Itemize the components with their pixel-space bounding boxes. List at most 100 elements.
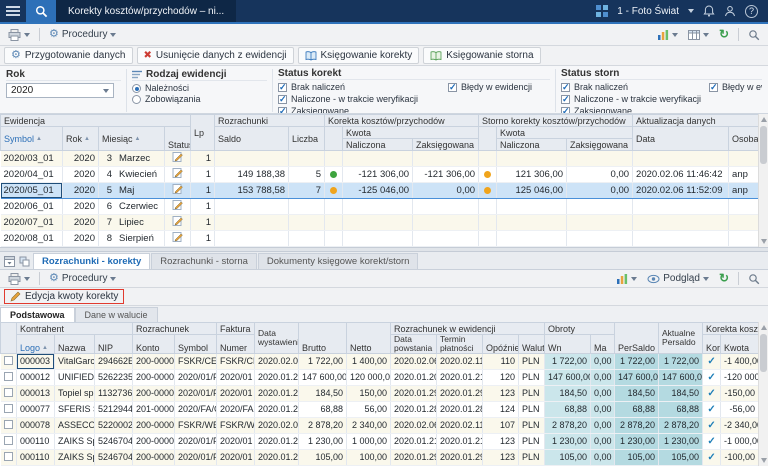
group-ewidencja[interactable]: Ewidencja	[1, 115, 191, 127]
cell-zaksiegowana[interactable]	[413, 231, 479, 247]
cell-wn[interactable]: 105,00	[545, 449, 591, 465]
cell-numer[interactable]: 2020/01	[217, 449, 255, 465]
col-wn[interactable]: Wn	[545, 335, 591, 354]
row-checkbox[interactable]	[1, 433, 17, 449]
cell-naliczona[interactable]: -125 046,00	[343, 183, 413, 199]
cell-opoznienie[interactable]: 124	[483, 401, 519, 417]
cell-waluta[interactable]: PLN	[519, 385, 545, 401]
cell-lp[interactable]: 1	[191, 231, 215, 247]
cell-logo[interactable]: 000013	[17, 385, 55, 401]
cell-symbol[interactable]: FSKR/WEC	[175, 417, 217, 433]
detail-row[interactable]: 000078ASSECO5220002200-0000FSKR/WECFSKR/…	[1, 417, 759, 433]
cell-konto[interactable]: 200-0000	[133, 353, 175, 369]
col-persaldo[interactable]: PerSaldo	[615, 323, 659, 354]
cell-waluta[interactable]: PLN	[519, 353, 545, 369]
cell-data-powstania[interactable]: 2020.02.06	[391, 417, 437, 433]
checkbox-storn-brak-naliczen[interactable]: Brak naliczeń	[561, 82, 701, 93]
col-waluta[interactable]: Waluta	[519, 335, 545, 354]
cell-data-powstania[interactable]: 2020.02.06	[391, 353, 437, 369]
cell-brutto[interactable]: 1 230,00	[299, 433, 347, 449]
cell-konto[interactable]: 201-0000	[133, 401, 175, 417]
cell-wn[interactable]: 147 600,00	[545, 369, 591, 385]
cell-storno-naliczona[interactable]	[497, 199, 567, 215]
cell-waluta[interactable]: PLN	[519, 401, 545, 417]
cell-symbol[interactable]: 2020/01/F	[175, 433, 217, 449]
cell-waluta[interactable]: PLN	[519, 449, 545, 465]
cell-zaksiegowana[interactable]	[413, 151, 479, 167]
row-checkbox[interactable]	[1, 353, 17, 369]
group-kontrahent[interactable]: Kontrahent	[17, 323, 133, 335]
detail-row[interactable]: 000110ZAIKS Sp5246704200-00002020/01/F20…	[1, 433, 759, 449]
cell-aktualne-persaldo[interactable]: 147 600,00	[659, 369, 703, 385]
group-rozrachunki[interactable]: Rozrachunki	[215, 115, 325, 127]
cell-nip[interactable]: 5262235	[95, 369, 133, 385]
cell-ma[interactable]: 0,00	[591, 401, 615, 417]
col-liczba[interactable]: Liczba	[289, 127, 325, 151]
cell-numer[interactable]: 2020/01	[217, 433, 255, 449]
procedures-button[interactable]: ⚙ Procedury	[45, 28, 120, 41]
scrollbar[interactable]	[758, 114, 768, 247]
col-lp[interactable]: Lp	[191, 115, 215, 151]
evidence-row[interactable]: 2020/03_0120203Marzec1	[1, 151, 759, 167]
cell-aktualne-persaldo[interactable]: 1 230,00	[659, 433, 703, 449]
cell-opoznienie[interactable]: 123	[483, 433, 519, 449]
evidence-row[interactable]: 2020/06_0120206Czerwiec1	[1, 199, 759, 215]
bell-icon[interactable]	[703, 5, 715, 17]
cell-netto[interactable]: 1 000,00	[347, 433, 391, 449]
cell-ma[interactable]: 0,00	[591, 449, 615, 465]
cell-netto[interactable]: 2 340,00	[347, 417, 391, 433]
cell-miesiac[interactable]: 5Maj	[99, 183, 165, 199]
cell-rok[interactable]: 2020	[63, 199, 99, 215]
col-korekta[interactable]: Korekta	[703, 335, 721, 354]
cell-saldo[interactable]	[215, 231, 289, 247]
col-aktualne-persaldo[interactable]: Aktualne Persaldo	[659, 323, 703, 354]
cell-miesiac[interactable]: 3Marzec	[99, 151, 165, 167]
scrollbar[interactable]	[758, 322, 768, 466]
evidence-row[interactable]: 2020/05_0120205Maj1153 788,587-125 046,0…	[1, 183, 759, 199]
preview-button[interactable]: Podgląd	[643, 272, 713, 285]
cell-symbol[interactable]: 2020/05_01	[1, 183, 63, 199]
cell-symbol[interactable]: 2020/01/F	[175, 449, 217, 465]
row-checkbox[interactable]	[1, 385, 17, 401]
cell-brutto[interactable]: 1 722,00	[299, 353, 347, 369]
cell-aktualne-persaldo[interactable]: 105,00	[659, 449, 703, 465]
cell-aktualne-persaldo[interactable]: 68,88	[659, 401, 703, 417]
cell-storno-zaksiegowana[interactable]	[567, 215, 633, 231]
col-naliczona[interactable]: Naliczona	[497, 139, 567, 151]
cell-zaksiegowana[interactable]	[413, 215, 479, 231]
cell-data-powstania[interactable]: 2020.01.20	[391, 369, 437, 385]
korekta-checkbox[interactable]: ✓	[703, 417, 721, 433]
cell-symbol[interactable]: 2020/FA/C	[175, 401, 217, 417]
col-termin-platnosci[interactable]: Termin płatności	[437, 335, 483, 354]
cell-saldo[interactable]: 149 188,38	[215, 167, 289, 183]
cell-storno-zaksiegowana[interactable]	[567, 231, 633, 247]
cell-lp[interactable]: 1	[191, 199, 215, 215]
cell-numer[interactable]: FSKR/WI	[217, 417, 255, 433]
group-storno[interactable]: Storno korekty kosztów/przychodów	[479, 115, 633, 127]
group-faktura[interactable]: Faktura	[217, 323, 255, 335]
cell-lp[interactable]: 1	[191, 215, 215, 231]
tab-dokumenty-ksiegowe[interactable]: Dokumenty księgowe korekt/storn	[258, 253, 419, 269]
storno-status-dot[interactable]	[479, 183, 497, 199]
cell-symbol[interactable]: 2020/04_01	[1, 167, 63, 183]
cell-data-powstania[interactable]: 2020.01.29	[391, 385, 437, 401]
status-edit-icon[interactable]	[165, 167, 191, 183]
cell-numer[interactable]: 2020/01	[217, 369, 255, 385]
cell-kwota[interactable]: -56,00	[721, 401, 759, 417]
col-numer[interactable]: Numer	[217, 335, 255, 354]
row-checkbox[interactable]	[1, 401, 17, 417]
cell-symbol[interactable]: FSKR/CEN	[175, 353, 217, 369]
cell-symbol[interactable]: 2020/01/F	[175, 385, 217, 401]
chart-button[interactable]	[653, 28, 682, 42]
rok-select[interactable]: 2020	[6, 83, 114, 98]
cell-liczba[interactable]	[289, 199, 325, 215]
cell-brutto[interactable]: 147 600,00	[299, 369, 347, 385]
cell-opoznienie[interactable]: 123	[483, 385, 519, 401]
cell-waluta[interactable]: PLN	[519, 433, 545, 449]
cell-konto[interactable]: 200-0000	[133, 433, 175, 449]
cell-netto[interactable]: 150,00	[347, 385, 391, 401]
cell-aktualne-persaldo[interactable]: 1 722,00	[659, 353, 703, 369]
korekta-status-dot[interactable]	[325, 183, 343, 199]
cell-kwota[interactable]: -120 000,00	[721, 369, 759, 385]
cell-ma[interactable]: 0,00	[591, 433, 615, 449]
